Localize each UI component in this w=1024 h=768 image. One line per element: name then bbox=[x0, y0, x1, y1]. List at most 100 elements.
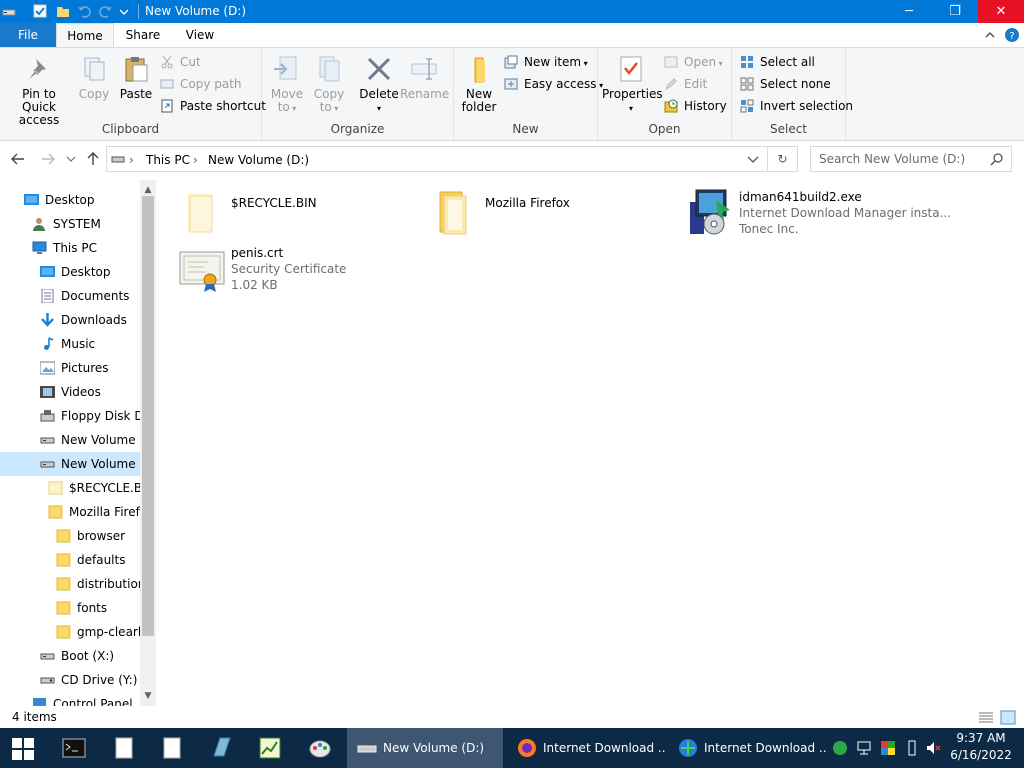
new-folder-icon[interactable] bbox=[56, 4, 70, 18]
taskbar-clock[interactable]: 9:37 AM 6/16/2022 bbox=[946, 730, 1016, 764]
file-item-idman-installer[interactable]: idman641build2.exe Internet Download Man… bbox=[686, 188, 986, 244]
nav-item-downloads[interactable]: Downloads bbox=[0, 308, 140, 332]
videos-icon bbox=[40, 386, 55, 398]
copy-button[interactable]: Copy bbox=[74, 54, 114, 101]
color-picker-tray-icon[interactable] bbox=[880, 740, 896, 756]
nav-item-floppy[interactable]: Floppy Disk Dri bbox=[0, 404, 140, 428]
tab-home[interactable]: Home bbox=[56, 23, 114, 47]
nav-scrollbar-thumb[interactable] bbox=[142, 196, 154, 636]
nav-item-boot-x[interactable]: Boot (X:) bbox=[0, 644, 140, 668]
address-bar[interactable]: › This PC › New Volume (D:) bbox=[106, 146, 768, 172]
refresh-button[interactable]: ↻ bbox=[768, 146, 798, 172]
notepad-icon[interactable] bbox=[112, 736, 136, 760]
command-prompt-icon[interactable] bbox=[62, 736, 86, 760]
move-to-icon bbox=[274, 56, 297, 80]
collapse-ribbon-icon[interactable] bbox=[984, 29, 996, 41]
restore-button[interactable]: ❐ bbox=[932, 0, 978, 23]
move-to-button[interactable]: Move to ▾ bbox=[268, 54, 306, 115]
nav-item-browser[interactable]: browser bbox=[0, 524, 140, 548]
nav-item-desktop-root[interactable]: Desktop bbox=[0, 188, 140, 212]
breadcrumb-this-pc[interactable]: This PC bbox=[146, 153, 190, 167]
easy-access-button[interactable]: Easy access ▾ bbox=[504, 74, 603, 94]
folder-icon bbox=[56, 625, 71, 639]
delete-label: Delete bbox=[359, 87, 399, 101]
nav-item-control-panel[interactable]: Control Panel bbox=[0, 692, 140, 706]
undo-icon[interactable] bbox=[77, 4, 91, 18]
document-icon[interactable] bbox=[160, 736, 184, 760]
nav-item-defaults[interactable]: defaults bbox=[0, 548, 140, 572]
nav-item-music[interactable]: Music bbox=[0, 332, 140, 356]
minimize-button[interactable]: ─ bbox=[886, 0, 932, 23]
volume-muted-icon[interactable] bbox=[926, 740, 942, 756]
chevron-down-icon[interactable] bbox=[119, 7, 129, 17]
nav-item-documents[interactable]: Documents bbox=[0, 284, 140, 308]
paste-button[interactable]: Paste bbox=[116, 54, 156, 101]
rename-button[interactable]: Rename bbox=[400, 54, 449, 101]
disk-utility-icon[interactable] bbox=[210, 736, 234, 760]
select-all-button[interactable]: Select all bbox=[740, 52, 815, 72]
file-item-certificate[interactable]: penis.crt Security Certificate 1.02 KB bbox=[178, 244, 428, 300]
search-box[interactable]: Search New Volume (D:) bbox=[810, 146, 1012, 172]
forward-arrow-icon[interactable] bbox=[40, 151, 56, 167]
nav-item-recycle-bin[interactable]: $RECYCLE.BIN bbox=[0, 476, 140, 500]
delete-button[interactable]: Delete ▾ bbox=[356, 54, 402, 115]
nav-item-pictures[interactable]: Pictures bbox=[0, 356, 140, 380]
new-item-button[interactable]: New item ▾ bbox=[504, 52, 588, 72]
copy-to-button[interactable]: Copy to ▾ bbox=[310, 54, 348, 115]
nav-item-distribution[interactable]: distribution bbox=[0, 572, 140, 596]
paint-icon[interactable] bbox=[308, 736, 332, 760]
nav-item-new-volume-d[interactable]: New Volume (D bbox=[0, 452, 140, 476]
copy-path-button[interactable]: Copy path bbox=[160, 74, 242, 94]
network-icon[interactable] bbox=[856, 740, 872, 756]
taskbar-task-idm[interactable]: Internet Download ... bbox=[668, 728, 826, 768]
redo-icon[interactable] bbox=[99, 4, 113, 18]
taskbar-task-file-explorer[interactable]: New Volume (D:) bbox=[347, 728, 503, 768]
chevron-down-icon[interactable] bbox=[747, 155, 759, 165]
file-item-mozilla-firefox[interactable]: Mozilla Firefox bbox=[432, 188, 682, 244]
recent-locations-icon[interactable] bbox=[66, 154, 76, 164]
nav-item-desktop[interactable]: Desktop bbox=[0, 260, 140, 284]
pin-label-1: Pin to Quick bbox=[22, 87, 56, 114]
details-view-icon[interactable] bbox=[978, 711, 994, 725]
easy-access-icon bbox=[504, 78, 518, 90]
scroll-down-arrow[interactable]: ▼ bbox=[140, 688, 156, 704]
paste-shortcut-button[interactable]: Paste shortcut bbox=[160, 96, 266, 116]
new-folder-label-2: folder bbox=[461, 100, 497, 114]
close-button[interactable]: ✕ bbox=[978, 0, 1024, 23]
nav-item-videos[interactable]: Videos bbox=[0, 380, 140, 404]
back-arrow-icon[interactable] bbox=[10, 151, 26, 167]
help-icon[interactable]: ? bbox=[1004, 27, 1020, 43]
nav-item-new-volume-c[interactable]: New Volume (C bbox=[0, 428, 140, 452]
tab-view[interactable]: View bbox=[172, 23, 228, 47]
nav-item-mozilla-firefox[interactable]: Mozilla Firefo bbox=[0, 500, 140, 524]
scroll-up-arrow[interactable]: ▲ bbox=[140, 182, 156, 198]
taskbar-task-firefox[interactable]: Internet Download ... bbox=[507, 728, 665, 768]
pin-to-quick-access-button[interactable]: Pin to Quick access bbox=[4, 54, 74, 127]
nav-item-fonts[interactable]: fonts bbox=[0, 596, 140, 620]
large-icons-view-icon[interactable] bbox=[1000, 710, 1016, 725]
tab-share[interactable]: Share bbox=[114, 23, 172, 47]
windows-start-icon[interactable] bbox=[12, 738, 34, 760]
new-folder-button[interactable]: New folder bbox=[458, 54, 500, 114]
nav-item-gmp-clearkey[interactable]: gmp-clearkey bbox=[0, 620, 140, 644]
tab-file[interactable]: File bbox=[0, 23, 56, 47]
invert-selection-button[interactable]: Invert selection bbox=[740, 96, 853, 116]
properties-icon[interactable] bbox=[33, 4, 47, 18]
breadcrumb-new-volume[interactable]: New Volume (D:) bbox=[208, 153, 309, 167]
properties-button[interactable]: Properties ▾ bbox=[602, 54, 663, 115]
nav-item-system[interactable]: SYSTEM bbox=[0, 212, 140, 236]
nav-item-this-pc[interactable]: This PC bbox=[0, 236, 140, 260]
history-button[interactable]: History bbox=[664, 96, 727, 116]
usb-icon[interactable] bbox=[904, 740, 920, 756]
idm-tray-icon[interactable] bbox=[832, 740, 848, 756]
select-none-button[interactable]: Select none bbox=[740, 74, 831, 94]
edit-button[interactable]: Edit bbox=[664, 74, 707, 94]
cut-button[interactable]: Cut bbox=[160, 52, 201, 72]
up-arrow-icon[interactable] bbox=[85, 151, 101, 167]
nav-label: Boot (X:) bbox=[61, 649, 115, 663]
copy-to-label-2: to bbox=[319, 100, 332, 114]
task-manager-icon[interactable] bbox=[258, 736, 282, 760]
file-item-recycle-bin[interactable]: $RECYCLE.BIN bbox=[178, 188, 428, 244]
nav-item-cd-drive[interactable]: CD Drive (Y:) vi bbox=[0, 668, 140, 692]
open-button[interactable]: Open ▾ bbox=[664, 52, 723, 72]
